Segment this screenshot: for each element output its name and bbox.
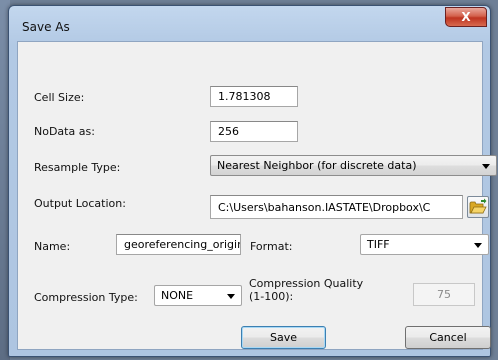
format-label: Format: — [250, 240, 293, 253]
output-location-label: Output Location: — [34, 197, 126, 210]
cell-size-label: Cell Size: — [34, 91, 85, 104]
format-dropdown[interactable]: TIFF — [360, 234, 489, 255]
compression-quality-label-line2: (1-100): — [249, 290, 294, 303]
compression-quality-label-line1: Compression Quality — [249, 277, 364, 290]
dialog-title: Save As — [22, 20, 70, 34]
resample-type-dropdown[interactable]: Nearest Neighbor (for discrete data) — [210, 155, 497, 176]
browse-folder-button[interactable] — [467, 196, 489, 218]
folder-open-icon — [469, 198, 487, 214]
chevron-down-icon — [482, 164, 490, 169]
save-as-dialog: Save As X Cell Size: 1.781308 NoData as:… — [8, 5, 497, 357]
compression-quality-label: Compression Quality (1-100): — [249, 277, 363, 303]
compression-type-value: NONE — [161, 289, 194, 302]
close-button[interactable]: X — [445, 7, 487, 27]
dialog-client-area: Cell Size: 1.781308 NoData as: 256 Resam… — [17, 41, 497, 350]
format-value: TIFF — [367, 238, 390, 251]
cancel-button[interactable]: Cancel — [405, 326, 491, 349]
save-button[interactable]: Save — [241, 326, 326, 349]
resample-type-label: Resample Type: — [34, 161, 121, 174]
chevron-down-icon — [474, 243, 482, 248]
compression-quality-input[interactable]: 75 — [413, 283, 475, 306]
nodata-label: NoData as: — [34, 125, 95, 138]
name-label: Name: — [34, 240, 71, 253]
output-location-input[interactable]: C:\Users\bahanson.IASTATE\Dropbox\C — [210, 195, 463, 219]
cell-size-input[interactable]: 1.781308 — [210, 86, 298, 107]
chevron-down-icon — [227, 294, 235, 299]
compression-type-dropdown[interactable]: NONE — [154, 285, 242, 306]
name-input[interactable]: georeferencing_origir — [116, 234, 241, 255]
nodata-input[interactable]: 256 — [210, 121, 298, 142]
compression-type-label: Compression Type: — [34, 291, 138, 304]
resample-type-value: Nearest Neighbor (for discrete data) — [217, 159, 417, 172]
